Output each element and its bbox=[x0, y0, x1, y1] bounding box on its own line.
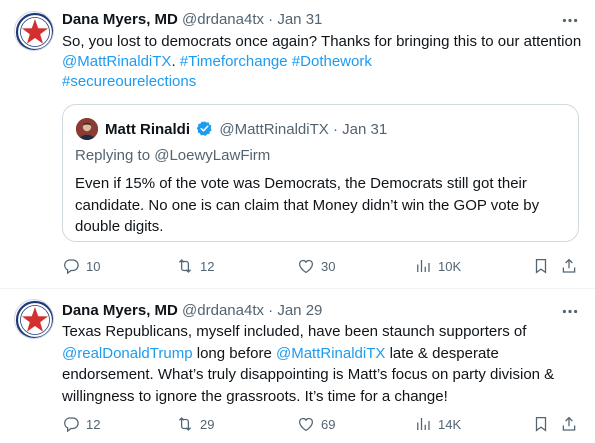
repost-count: 12 bbox=[200, 258, 215, 274]
reply-button[interactable]: 10 bbox=[62, 256, 100, 276]
hashtag-link[interactable]: #Timeforchange bbox=[180, 53, 288, 70]
views-button[interactable]: 14K bbox=[414, 414, 461, 434]
separator-dot: · bbox=[268, 302, 274, 319]
like-icon bbox=[298, 417, 314, 432]
star-seal-icon bbox=[15, 12, 53, 50]
tweet-header: Dana Myers, MD @drdana4tx · Jan 31 bbox=[62, 10, 322, 30]
views-count: 14K bbox=[438, 416, 462, 432]
more-options-button[interactable] bbox=[559, 10, 581, 30]
reply-button[interactable]: 12 bbox=[62, 414, 100, 434]
tweet-text-part: So, you lost to democrats once again? Th… bbox=[62, 33, 582, 50]
like-count: 69 bbox=[321, 416, 336, 432]
quoted-tweet[interactable]: Matt Rinaldi @MattRinaldiTX · Jan 31 Rep… bbox=[62, 104, 579, 242]
separator-dot: · bbox=[268, 11, 274, 28]
author-name[interactable]: Dana Myers, MD bbox=[62, 11, 178, 28]
reply-count: 12 bbox=[86, 416, 101, 432]
bookmark-icon bbox=[535, 416, 547, 432]
like-button[interactable]: 69 bbox=[297, 414, 335, 434]
verified-badge-icon bbox=[196, 121, 212, 137]
quoted-author-name[interactable]: Matt Rinaldi bbox=[105, 121, 190, 138]
repost-icon bbox=[178, 259, 192, 273]
hashtag-link[interactable]: #Dothework bbox=[292, 53, 372, 70]
separator-dot: · bbox=[332, 121, 338, 138]
quoted-author-handle[interactable]: @MattRinaldiTX bbox=[219, 121, 328, 138]
hashtag-link[interactable]: #secureourelections bbox=[62, 73, 196, 90]
share-button[interactable] bbox=[560, 256, 578, 276]
author-handle[interactable]: @drdana4tx bbox=[182, 302, 264, 319]
views-icon bbox=[417, 418, 430, 430]
share-icon bbox=[562, 416, 576, 431]
repost-count: 29 bbox=[200, 416, 215, 432]
quoted-author-avatar[interactable] bbox=[76, 118, 98, 140]
more-icon bbox=[562, 309, 578, 313]
author-avatar[interactable] bbox=[14, 11, 54, 51]
tweet-header: Dana Myers, MD @drdana4tx · Jan 29 bbox=[62, 301, 322, 321]
bookmark-button[interactable] bbox=[532, 256, 550, 276]
like-icon bbox=[298, 259, 314, 274]
bookmark-icon bbox=[535, 258, 547, 274]
author-name[interactable]: Dana Myers, MD bbox=[62, 302, 178, 319]
mention-link[interactable]: @MattRinaldiTX bbox=[62, 53, 171, 70]
tweet-1[interactable]: Dana Myers, MD @drdana4tx · Jan 31 So, y… bbox=[0, 0, 595, 289]
tweet-text: Texas Republicans, myself included, have… bbox=[62, 321, 582, 407]
share-button[interactable] bbox=[560, 414, 578, 434]
author-avatar[interactable] bbox=[14, 299, 54, 339]
tweet-actions: 12 29 69 14K bbox=[62, 414, 587, 434]
person-avatar-icon bbox=[76, 118, 98, 140]
repost-button[interactable]: 29 bbox=[176, 414, 214, 434]
like-count: 30 bbox=[321, 258, 336, 274]
reply-icon bbox=[64, 417, 79, 433]
mention-link[interactable]: @realDonaldTrump bbox=[62, 345, 193, 362]
views-button[interactable]: 10K bbox=[414, 256, 461, 276]
mention-link[interactable]: @MattRinaldiTX bbox=[276, 345, 385, 362]
tweet-actions: 10 12 30 10K bbox=[62, 256, 587, 276]
tweet-date[interactable]: Jan 29 bbox=[277, 302, 322, 319]
views-icon bbox=[417, 260, 430, 272]
reply-icon bbox=[64, 259, 79, 275]
bookmark-button[interactable] bbox=[532, 414, 550, 434]
quoted-tweet-text: Even if 15% of the vote was Democrats, t… bbox=[75, 175, 540, 235]
tweet-text-part: long before bbox=[192, 344, 276, 362]
tweet-date[interactable]: Jan 31 bbox=[277, 11, 322, 28]
quoted-tweet-date[interactable]: Jan 31 bbox=[342, 121, 387, 138]
tweet-text: So, you lost to democrats once again? Th… bbox=[62, 33, 582, 90]
author-handle[interactable]: @drdana4tx bbox=[182, 11, 264, 28]
reply-count: 10 bbox=[86, 258, 101, 274]
replying-to-text: Replying to @LoewyLawFirm bbox=[75, 147, 271, 164]
tweet-2[interactable]: Dana Myers, MD @drdana4tx · Jan 29 Texas… bbox=[0, 289, 595, 443]
share-icon bbox=[562, 258, 576, 273]
views-count: 10K bbox=[438, 258, 462, 274]
star-seal-icon bbox=[15, 300, 53, 338]
tweet-text-part: Texas Republicans, myself included, have… bbox=[62, 323, 527, 340]
repost-button[interactable]: 12 bbox=[176, 256, 214, 276]
like-button[interactable]: 30 bbox=[297, 256, 335, 276]
quoted-tweet-header: Matt Rinaldi @MattRinaldiTX · Jan 31 bbox=[105, 120, 387, 140]
repost-icon bbox=[178, 417, 192, 431]
more-options-button[interactable] bbox=[559, 301, 581, 321]
more-icon bbox=[562, 18, 578, 22]
